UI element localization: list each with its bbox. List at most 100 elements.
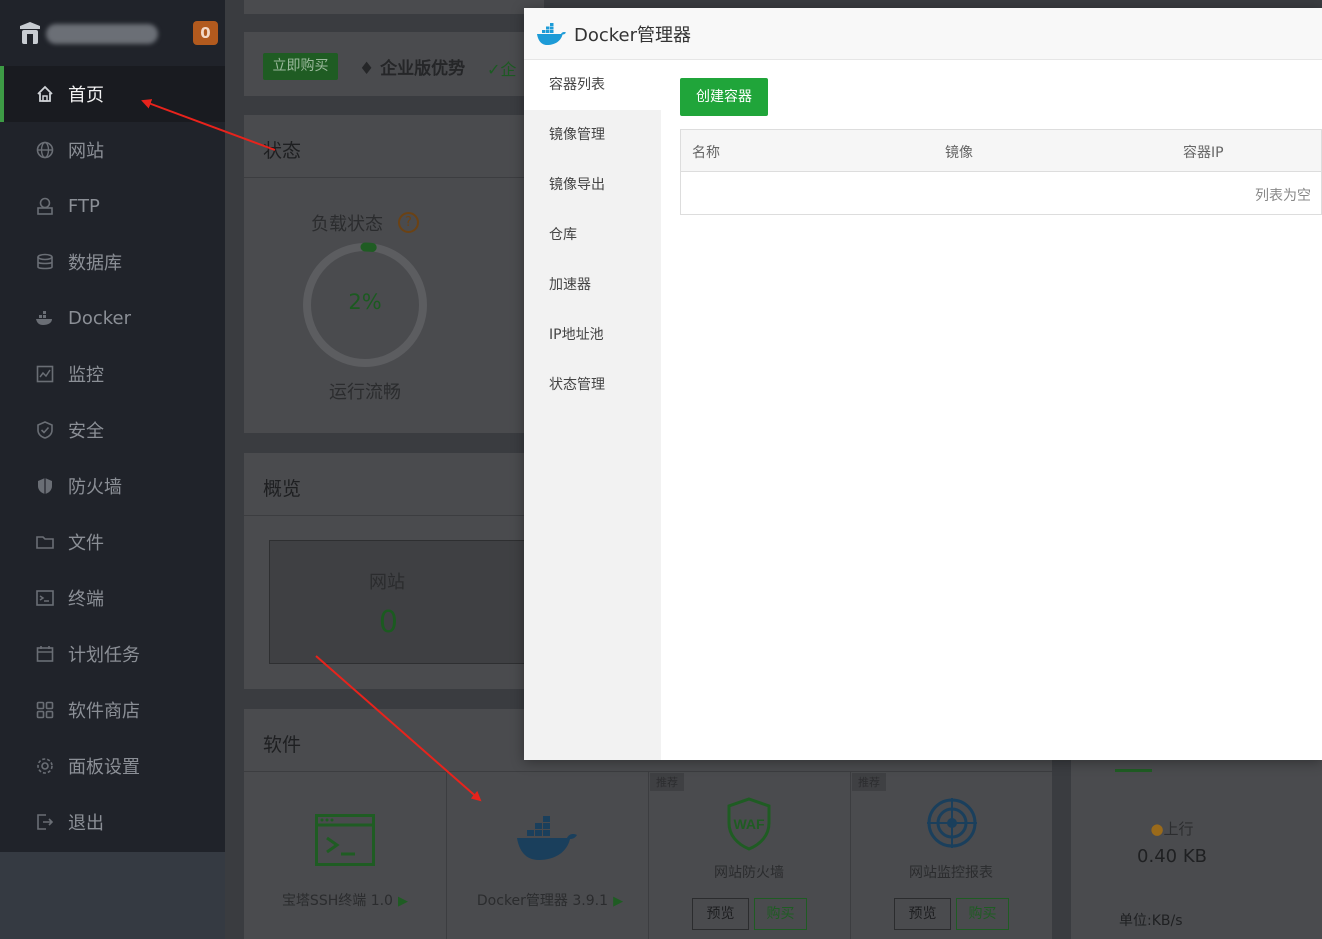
help-icon[interactable]: ? bbox=[398, 212, 419, 233]
sidebar-item-label: 首页 bbox=[68, 85, 104, 106]
tab-registry[interactable]: 仓库 bbox=[524, 210, 661, 260]
sidebar-panel: 0 首页 网站 FTP 数据库 Docker 监控 安全 防火墙 文件 终端 计… bbox=[0, 0, 225, 852]
divider bbox=[244, 515, 544, 516]
sidebar-item-label: 数据库 bbox=[68, 253, 122, 274]
upload-legend: ●上行 bbox=[1071, 818, 1273, 839]
sidebar-item-files[interactable]: 文件 bbox=[0, 514, 225, 570]
tab-image-management[interactable]: 镜像管理 bbox=[524, 110, 661, 160]
create-container-button[interactable]: 创建容器 bbox=[680, 78, 768, 116]
logo-icon bbox=[20, 22, 40, 44]
firewall-icon bbox=[34, 475, 56, 497]
database-icon bbox=[34, 251, 56, 273]
waf-buy-button[interactable]: 购买 bbox=[754, 898, 807, 930]
shield-icon bbox=[34, 419, 56, 441]
logo-area: 0 bbox=[0, 0, 225, 66]
docker-icon bbox=[34, 307, 56, 329]
overview-title: 概览 bbox=[263, 478, 302, 500]
tab-image-export[interactable]: 镜像导出 bbox=[524, 160, 661, 210]
tab-accelerator[interactable]: 加速器 bbox=[524, 260, 661, 310]
sidebar-item-ftp[interactable]: FTP bbox=[0, 178, 225, 234]
column-image[interactable]: 镜像 bbox=[945, 142, 973, 162]
docker-logo-icon bbox=[537, 22, 566, 45]
site-monitor-icon[interactable] bbox=[926, 797, 978, 849]
sidebar-item-home[interactable]: 首页 bbox=[0, 66, 225, 122]
monitor-buy-button[interactable]: 购买 bbox=[956, 898, 1009, 930]
server-name-blurred bbox=[46, 24, 158, 44]
overview-site-value: 0 bbox=[378, 605, 398, 640]
sidebar-item-terminal[interactable]: 终端 bbox=[0, 570, 225, 626]
upload-dot-icon: ● bbox=[1150, 820, 1164, 838]
tab-status-management[interactable]: 状态管理 bbox=[524, 360, 661, 410]
software-ssh-terminal[interactable]: 宝塔SSH终端 1.0 ▶ bbox=[265, 890, 425, 910]
divider bbox=[850, 772, 851, 939]
notification-badge[interactable]: 0 bbox=[193, 21, 218, 45]
waf-preview-button[interactable]: 预览 bbox=[692, 898, 749, 930]
apps-icon bbox=[34, 699, 56, 721]
sidebar-item-label: 计划任务 bbox=[68, 645, 140, 666]
folder-icon bbox=[34, 531, 56, 553]
monitor-icon bbox=[34, 363, 56, 385]
dialog-title: Docker管理器 bbox=[574, 24, 692, 46]
column-container-ip[interactable]: 容器IP bbox=[1183, 142, 1224, 162]
sidebar-item-label: 网站 bbox=[68, 141, 104, 162]
enterprise-advantage[interactable]: ♦ 企业版优势 bbox=[359, 54, 465, 79]
traffic-unit: 单位:KB/s bbox=[1119, 913, 1183, 929]
status-title: 状态 bbox=[263, 140, 302, 162]
waf-shield-icon[interactable]: WAF bbox=[725, 797, 773, 851]
divider bbox=[244, 177, 544, 178]
docker-whale-icon[interactable] bbox=[515, 814, 579, 862]
table-body: 列表为空 bbox=[681, 172, 1321, 214]
software-docker-manager[interactable]: Docker管理器 3.9.1 ▶ bbox=[455, 890, 645, 910]
sidebar-item-label: 终端 bbox=[68, 589, 104, 610]
load-status-label: 负载状态 bbox=[311, 214, 383, 235]
diamond-icon: ♦ bbox=[359, 59, 375, 79]
table-header: 名称 镜像 容器IP bbox=[681, 130, 1321, 172]
buy-bar: 立即购买 ♦ 企业版优势 ✓企 bbox=[244, 32, 544, 96]
top-strip bbox=[244, 0, 544, 14]
overview-site-label: 网站 bbox=[369, 572, 405, 593]
software-waf[interactable]: 网站防火墙 bbox=[649, 862, 849, 882]
ssh-terminal-icon[interactable] bbox=[315, 814, 375, 866]
terminal-icon bbox=[34, 587, 56, 609]
sidebar-item-label: 安全 bbox=[68, 421, 104, 442]
divider bbox=[648, 772, 649, 939]
sidebar-item-logout[interactable]: 退出 bbox=[0, 794, 225, 850]
overview-site-box[interactable]: 网站 0 bbox=[269, 540, 559, 664]
check-icon: ✓ bbox=[487, 60, 501, 79]
monitor-preview-button[interactable]: 预览 bbox=[894, 898, 951, 930]
check-label: 企 bbox=[500, 60, 517, 79]
upload-label: 上行 bbox=[1163, 820, 1194, 838]
sidebar-item-website[interactable]: 网站 bbox=[0, 122, 225, 178]
home-icon bbox=[34, 83, 56, 105]
logout-icon bbox=[34, 811, 56, 833]
tab-indicator bbox=[1115, 769, 1152, 772]
sidebar-item-settings[interactable]: 面板设置 bbox=[0, 738, 225, 794]
software-name: 网站防火墙 bbox=[714, 865, 784, 881]
tab-ip-pool[interactable]: IP地址池 bbox=[524, 310, 661, 360]
sidebar-item-appstore[interactable]: 软件商店 bbox=[0, 682, 225, 738]
sidebar-nav: 首页 网站 FTP 数据库 Docker 监控 安全 防火墙 文件 终端 计划任… bbox=[0, 66, 225, 850]
traffic-card: ●上行 0.40 KB 单位:KB/s bbox=[1071, 760, 1322, 939]
enterprise-check: ✓企 bbox=[487, 56, 516, 80]
sidebar-item-security[interactable]: 安全 bbox=[0, 402, 225, 458]
sidebar-item-monitor[interactable]: 监控 bbox=[0, 346, 225, 402]
tab-container-list[interactable]: 容器列表 bbox=[524, 60, 661, 110]
sidebar-item-cron[interactable]: 计划任务 bbox=[0, 626, 225, 682]
recommend-tag: 推荐 bbox=[852, 773, 886, 791]
docker-manager-dialog: Docker管理器 容器列表 镜像管理 镜像导出 仓库 加速器 IP地址池 状态… bbox=[524, 8, 1322, 760]
divider bbox=[446, 772, 447, 939]
software-name: Docker管理器 3.9.1 bbox=[476, 893, 608, 909]
buy-now-button[interactable]: 立即购买 bbox=[263, 53, 338, 80]
sidebar-item-docker[interactable]: Docker bbox=[0, 290, 225, 346]
sidebar-item-firewall[interactable]: 防火墙 bbox=[0, 458, 225, 514]
container-table: 名称 镜像 容器IP 列表为空 bbox=[680, 129, 1322, 215]
recommend-tag: 推荐 bbox=[650, 773, 684, 791]
column-name[interactable]: 名称 bbox=[692, 142, 720, 162]
play-icon: ▶ bbox=[613, 894, 624, 909]
sidebar-item-label: Docker bbox=[68, 307, 132, 329]
sidebar-item-label: FTP bbox=[68, 195, 100, 217]
software-site-monitor[interactable]: 网站监控报表 bbox=[851, 862, 1051, 882]
sidebar-item-database[interactable]: 数据库 bbox=[0, 234, 225, 290]
sidebar-item-label: 文件 bbox=[68, 533, 104, 554]
sidebar-item-label: 监控 bbox=[68, 365, 104, 386]
